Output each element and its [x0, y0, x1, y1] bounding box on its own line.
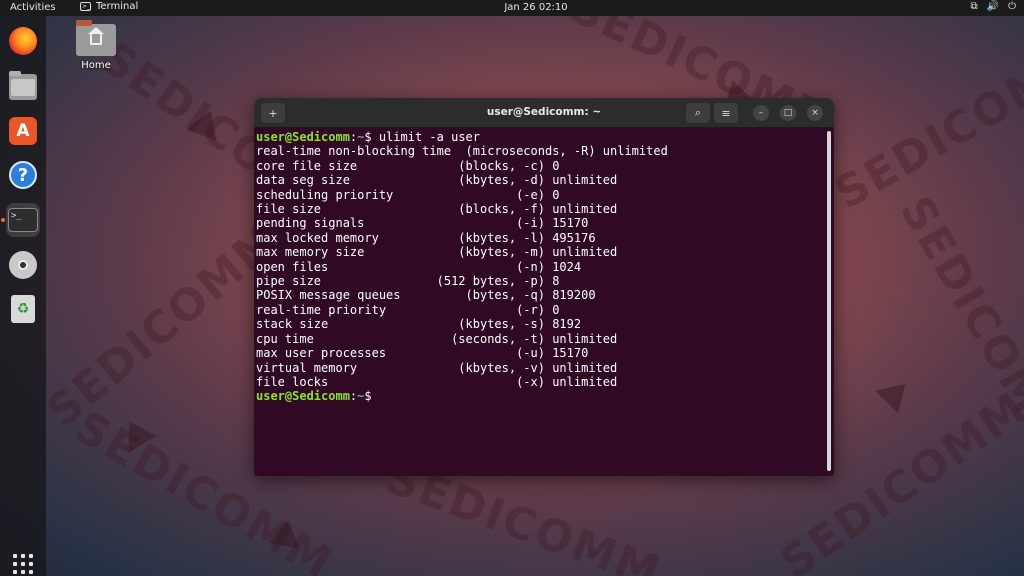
menu-button[interactable]: ≡ — [714, 103, 738, 123]
minimize-button[interactable]: – — [753, 105, 769, 121]
output-line: POSIX message queues (bytes, -q) 819200 — [256, 288, 596, 303]
search-button[interactable]: ⌕ — [686, 103, 710, 123]
firefox-icon — [9, 27, 37, 55]
terminal-titlebar[interactable]: + user@Sedicomm: ~ ⌕ ≡ – □ × — [254, 98, 834, 128]
output-line: file size (blocks, -f) unlimited — [256, 202, 618, 217]
watermark-text: SEDICOMM — [889, 188, 1024, 463]
output-line: real-time priority (-r) 0 — [256, 302, 560, 317]
activities-button[interactable]: Activities — [10, 2, 56, 13]
system-tray[interactable]: ⧉ 🔊 ⏻ — [970, 1, 1016, 12]
output-line: scheduling priority (-e) 0 — [256, 187, 560, 202]
trash-icon: ♻ — [11, 295, 35, 323]
terminal-window[interactable]: + user@Sedicomm: ~ ⌕ ≡ – □ × user@Sedico… — [254, 98, 834, 476]
dock-item-terminal[interactable]: >_ — [6, 203, 40, 237]
watermark-triangle — [115, 413, 157, 453]
prompt-symbol: $ — [364, 389, 372, 404]
output-line: open files (-n) 1024 — [256, 259, 582, 274]
window-title: user@Sedicomm: ~ — [486, 106, 602, 118]
help-icon: ? — [9, 161, 37, 189]
output-line: cpu time (seconds, -t) unlimited — [256, 331, 618, 346]
prompt-user: user@Sedicomm — [256, 130, 350, 144]
output-line: stack size (kbytes, -s) 8192 — [256, 317, 582, 332]
output-line: core file size (blocks, -c) 0 — [256, 158, 560, 173]
files-icon — [9, 71, 37, 100]
dock-item-firefox[interactable] — [6, 24, 40, 58]
watermark-triangle — [267, 517, 305, 549]
terminal-output[interactable]: user@Sedicomm:~$ ulimit -a user real-time… — [256, 130, 824, 470]
desktop-home-label: Home — [81, 60, 111, 71]
watermark-triangle — [186, 105, 226, 141]
close-button[interactable]: × — [807, 105, 823, 121]
home-folder-icon — [76, 20, 116, 56]
output-line: real-time non-blocking time (microsecond… — [256, 144, 668, 159]
cd-icon — [9, 251, 37, 279]
watermark-text: SEDICOMM — [826, 31, 1024, 220]
top-bar: Activities >_ Terminal Jan 26 02:10 ⧉ 🔊 … — [0, 0, 1024, 16]
app-menu[interactable]: >_ Terminal — [80, 1, 138, 12]
prompt-user: user@Sedicomm — [256, 389, 350, 404]
dock-item-cd[interactable] — [6, 248, 40, 282]
dock-item-trash[interactable]: ♻ — [6, 292, 40, 326]
network-icon: ⧉ — [970, 1, 978, 12]
maximize-button[interactable]: □ — [780, 105, 796, 121]
running-indicator — [1, 218, 5, 222]
dock-item-software[interactable]: A — [6, 114, 40, 148]
prompt-symbol: $ — [364, 130, 372, 144]
volume-icon: 🔊 — [986, 1, 1000, 12]
terminal-scrollbar[interactable] — [827, 131, 831, 471]
output-line: max user processes (-u) 15170 — [256, 346, 589, 361]
output-line: virtual memory (kbytes, -v) unlimited — [256, 360, 618, 375]
prompt-line: user@Sedicomm:~$ — [256, 389, 824, 403]
dock: A ? >_ ♻ — [0, 16, 46, 576]
terminal-icon: >_ — [8, 208, 38, 232]
output-line: data seg size (kbytes, -d) unlimited — [256, 173, 618, 188]
output-line: pipe size (512 bytes, -p) 8 — [256, 274, 560, 289]
show-apps-button[interactable] — [11, 552, 35, 576]
terminal-app-icon: >_ — [80, 2, 91, 11]
command-text: ulimit -a user — [371, 130, 480, 144]
output-line: max memory size (kbytes, -m) unlimited — [256, 245, 618, 260]
watermark-text: SEDICOMM — [37, 213, 291, 438]
command-line: user@Sedicomm:~$ ulimit -a user — [256, 130, 824, 144]
desktop-home-icon[interactable]: Home — [72, 20, 120, 71]
dock-item-help[interactable]: ? — [6, 158, 40, 192]
software-store-icon: A — [9, 117, 37, 145]
clock[interactable]: Jan 26 02:10 — [500, 2, 572, 13]
output-line: file locks (-x) unlimited — [256, 374, 618, 389]
app-name: Terminal — [96, 1, 139, 12]
power-icon: ⏻ — [1008, 1, 1016, 12]
output-line: pending signals (-i) 15170 — [256, 216, 589, 231]
dock-item-files[interactable] — [6, 70, 40, 104]
output-line: max locked memory (kbytes, -l) 495176 — [256, 230, 596, 245]
watermark-triangle — [875, 372, 917, 414]
